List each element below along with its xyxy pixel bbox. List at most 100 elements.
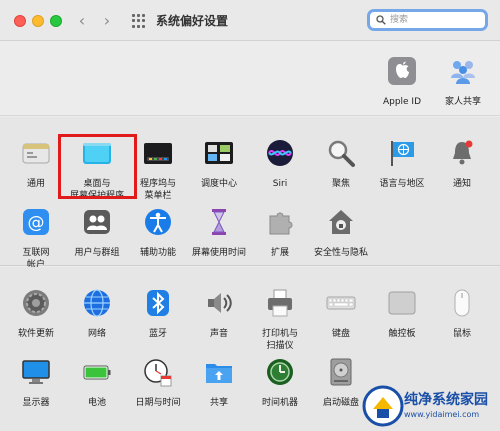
- svg-text:@: @: [28, 213, 45, 233]
- pane-trackpad[interactable]: 触控板: [371, 288, 433, 340]
- pane-label-line: 打印机与: [261, 329, 298, 339]
- pane-accessibility[interactable]: 辅助功能: [127, 207, 189, 259]
- pane-label: Siri: [272, 179, 288, 189]
- pane-bluetooth[interactable]: 蓝牙: [127, 288, 189, 340]
- pane-label: 声音: [209, 329, 228, 339]
- time-machine-icon: [267, 359, 293, 385]
- pane-spotlight[interactable]: 聚焦: [310, 138, 372, 190]
- search-icon: [376, 15, 386, 25]
- gear-icon: [23, 290, 49, 316]
- pane-extensions[interactable]: 扩展: [249, 207, 311, 259]
- pane-siri[interactable]: Siri: [249, 138, 311, 190]
- pane-notifications[interactable]: 通知: [431, 138, 493, 190]
- pane-screen-time[interactable]: 屏幕使用时间: [188, 207, 250, 259]
- pane-label: 蓝牙: [148, 329, 167, 339]
- zoom-button[interactable]: [50, 15, 62, 27]
- apple-logo-icon: [388, 57, 416, 85]
- pane-label-line: 互联网: [22, 248, 50, 258]
- window-title: 系统偏好设置: [156, 14, 229, 28]
- puzzle-icon: [269, 212, 293, 235]
- pane-dock[interactable]: 程序坞与 菜单栏: [127, 138, 189, 202]
- pane-label: 屏幕使用时间: [191, 248, 246, 258]
- pane-security-privacy[interactable]: 安全性与隐私: [310, 207, 372, 259]
- pane-label: 电池: [87, 398, 106, 408]
- pane-label: 软件更新: [17, 329, 54, 339]
- pane-label: 家人共享: [444, 97, 481, 107]
- magnifier-icon: [328, 140, 355, 167]
- highlight-frame: [58, 134, 137, 199]
- pane-label: 触控板: [388, 329, 416, 339]
- pane-label: 网络: [87, 329, 106, 339]
- siri-icon: [267, 140, 293, 166]
- bluetooth-icon: [147, 290, 169, 316]
- house-lock-icon: [329, 210, 353, 234]
- pane-label: 辅助功能: [139, 248, 176, 258]
- battery-icon: [83, 365, 111, 380]
- dock-icon: [144, 143, 172, 164]
- search-input[interactable]: [390, 13, 480, 27]
- users-icon: [84, 210, 110, 234]
- accessibility-icon: [145, 209, 171, 235]
- pane-language-region[interactable]: 语言与地区: [371, 138, 433, 190]
- sharing-folder-icon: [206, 364, 232, 383]
- show-all-button[interactable]: [132, 14, 146, 28]
- pane-mission-control[interactable]: 调度中心: [188, 138, 250, 190]
- pane-label-line: 扫描仪: [266, 341, 294, 351]
- pane-label: 安全性与隐私: [313, 248, 368, 258]
- pane-time-machine[interactable]: 时间机器: [249, 357, 311, 409]
- pane-label: 打印机与 扫描仪: [249, 328, 311, 352]
- bell-icon: [453, 140, 473, 165]
- trackpad-icon: [388, 291, 416, 315]
- close-button[interactable]: [14, 15, 26, 27]
- pane-software-update[interactable]: 软件更新: [5, 288, 67, 340]
- pane-label: 键盘: [331, 329, 350, 339]
- pane-label: 语言与地区: [379, 179, 425, 189]
- pane-label: 显示器: [22, 398, 50, 408]
- pane-family-sharing[interactable]: 家人共享: [432, 56, 494, 108]
- flag-icon: [391, 141, 414, 166]
- pane-label: 共享: [209, 398, 228, 408]
- pane-label: 程序坞与 菜单栏: [127, 178, 189, 202]
- pane-internet-accounts[interactable]: @ 互联网 帐户: [5, 207, 67, 271]
- pane-date-time[interactable]: 日期与时间: [127, 357, 189, 409]
- keyboard-icon: [326, 296, 356, 310]
- minimize-button[interactable]: [32, 15, 44, 27]
- search-field[interactable]: [367, 9, 488, 31]
- printer-icon: [268, 289, 292, 317]
- hourglass-icon: [212, 209, 226, 235]
- globe-icon: [84, 289, 110, 317]
- pane-label: 用户与群组: [74, 248, 120, 258]
- display-icon: [22, 360, 50, 384]
- watermark-logo-icon: [362, 385, 404, 427]
- pane-label: 时间机器: [261, 398, 298, 408]
- disk-icon: [330, 358, 352, 386]
- toolbar: ‹ › 系统偏好设置: [0, 0, 500, 41]
- pane-displays[interactable]: 显示器: [5, 357, 67, 409]
- pane-mouse[interactable]: 鼠标: [431, 288, 493, 340]
- pane-battery[interactable]: 电池: [66, 357, 128, 409]
- mouse-icon: [454, 289, 470, 317]
- pane-label: 调度中心: [200, 179, 237, 189]
- pane-sound[interactable]: 声音: [188, 288, 250, 340]
- forward-button[interactable]: ›: [98, 11, 116, 31]
- back-button[interactable]: ‹: [73, 11, 91, 31]
- pane-label: 扩展: [270, 248, 289, 258]
- mission-control-icon: [205, 142, 233, 164]
- watermark-url: www.yidaimei.com: [404, 410, 480, 419]
- pane-label: 日期与时间: [135, 398, 181, 408]
- at-icon: @: [23, 209, 49, 235]
- pane-label-line: 程序坞与: [139, 179, 176, 189]
- pane-label: 鼠标: [452, 329, 471, 339]
- pane-keyboard[interactable]: 键盘: [310, 288, 372, 340]
- pane-apple-id[interactable]: Apple ID: [371, 56, 433, 108]
- pane-network[interactable]: 网络: [66, 288, 128, 340]
- pane-label: Apple ID: [382, 97, 422, 107]
- pane-users-groups[interactable]: 用户与群组: [66, 207, 128, 259]
- watermark-name: 纯净系统家园: [404, 392, 488, 408]
- clock-calendar-icon: [144, 359, 172, 387]
- pane-sharing[interactable]: 共享: [188, 357, 250, 409]
- pane-printers-scanners[interactable]: 打印机与 扫描仪: [249, 288, 311, 352]
- family-icon: [451, 61, 475, 84]
- pane-label-line: 菜单栏: [144, 191, 172, 201]
- general-icon: [22, 143, 50, 164]
